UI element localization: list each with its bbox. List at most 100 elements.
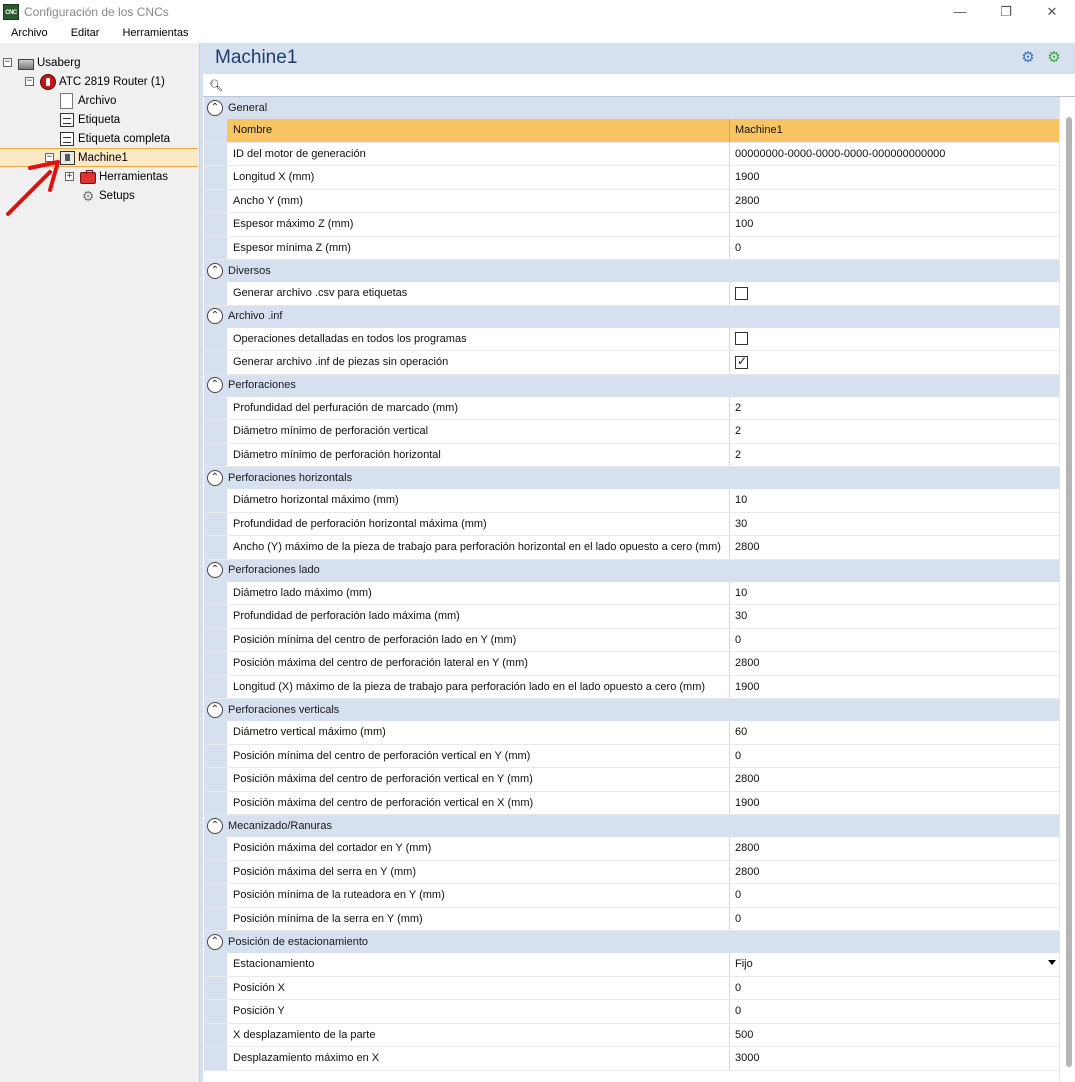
property-row[interactable]: Espesor mínima Z (mm) 0 xyxy=(204,236,1059,260)
settings-gear-blue-icon[interactable]: ⚙ xyxy=(1019,49,1037,67)
property-row[interactable]: Posición mínima del centro de perforació… xyxy=(204,744,1059,768)
category-header[interactable]: ⌃ Diversos xyxy=(204,260,1059,282)
property-dropdown[interactable]: Fijo xyxy=(730,953,1059,976)
property-value[interactable]: 10 xyxy=(730,582,1059,605)
category-header[interactable]: ⌃ Perforaciones lado xyxy=(204,559,1059,582)
property-value[interactable]: 2800 xyxy=(730,190,1059,213)
property-row[interactable]: Operaciones detalladas en todos los prog… xyxy=(204,327,1059,351)
property-value[interactable]: 30 xyxy=(730,605,1059,628)
property-value[interactable]: 10 xyxy=(730,489,1059,512)
settings-gear-green-icon[interactable]: ⚙ xyxy=(1045,49,1063,67)
minimize-button[interactable]: — xyxy=(937,0,983,23)
collapse-category-icon[interactable]: ⌃ xyxy=(207,308,223,324)
property-value[interactable]: 1900 xyxy=(730,792,1059,815)
category-header[interactable]: ⌃ Mecanizado/Ranuras xyxy=(204,815,1059,837)
property-row[interactable]: Profundidad de perforación lado máxima (… xyxy=(204,605,1059,629)
property-value[interactable]: 0 xyxy=(730,908,1059,931)
dropdown-arrow-icon[interactable] xyxy=(1048,960,1056,965)
category-header[interactable]: ⌃ General xyxy=(204,97,1059,119)
property-row[interactable]: Desplazamiento máximo en X 3000 xyxy=(204,1047,1059,1071)
tree-usaberg[interactable]: − Usaberg xyxy=(3,53,80,72)
category-header[interactable]: ⌃ Posición de estacionamiento xyxy=(204,931,1059,953)
property-value[interactable]: 2800 xyxy=(730,652,1059,675)
property-row[interactable]: Ancho (Y) máximo de la pieza de trabajo … xyxy=(204,536,1059,560)
property-row[interactable]: Estacionamiento Fijo xyxy=(204,953,1059,977)
close-button[interactable]: ✕ xyxy=(1029,0,1075,23)
collapse-category-icon[interactable]: ⌃ xyxy=(207,562,223,578)
menu-archivo[interactable]: Archivo xyxy=(0,27,60,39)
property-row[interactable]: Posición mínima de la serra en Y (mm) 0 xyxy=(204,907,1059,931)
property-value[interactable]: 100 xyxy=(730,213,1059,236)
property-row[interactable]: Longitud (X) máximo de la pieza de traba… xyxy=(204,675,1059,699)
property-value[interactable]: 2800 xyxy=(730,768,1059,791)
tree-machine1[interactable]: − Machine1 xyxy=(0,148,198,167)
property-value[interactable]: 2 xyxy=(730,444,1059,467)
property-value[interactable]: 2800 xyxy=(730,536,1059,559)
maximize-button[interactable]: ❐ xyxy=(983,0,1029,23)
property-value[interactable]: 3000 xyxy=(730,1047,1059,1070)
menu-editar[interactable]: Editar xyxy=(60,27,112,39)
property-value[interactable]: 30 xyxy=(730,513,1059,536)
collapse-category-icon[interactable]: ⌃ xyxy=(207,377,223,393)
property-checkbox[interactable] xyxy=(735,286,748,300)
property-value[interactable]: 2800 xyxy=(730,861,1059,884)
property-row[interactable]: Profundidad del perfuración de marcado (… xyxy=(204,396,1059,420)
property-value[interactable]: 0 xyxy=(730,884,1059,907)
collapse-icon[interactable]: − xyxy=(3,58,12,67)
tree-atc-router[interactable]: − ATC 2819 Router (1) xyxy=(25,72,165,91)
category-header[interactable]: ⌃ Archivo .inf xyxy=(204,305,1059,328)
property-row[interactable]: Diámetro horizontal máximo (mm) 10 xyxy=(204,489,1059,513)
vertical-scrollbar[interactable] xyxy=(1059,97,1075,1082)
property-row[interactable]: Posición mínima del centro de perforació… xyxy=(204,628,1059,652)
property-row[interactable]: Posición máxima del centro de perforació… xyxy=(204,652,1059,676)
search-bar[interactable]: 🔍︎ xyxy=(203,74,1075,97)
property-row[interactable]: Diámetro vertical máximo (mm) 60 xyxy=(204,721,1059,745)
property-row[interactable]: Diámetro mínimo de perforación horizonta… xyxy=(204,443,1059,467)
collapse-category-icon[interactable]: ⌃ xyxy=(207,99,223,116)
property-row[interactable]: Posición máxima del centro de perforació… xyxy=(204,768,1059,792)
collapse-category-icon[interactable]: ⌃ xyxy=(207,469,223,486)
property-value[interactable]: 0 xyxy=(730,745,1059,768)
category-header[interactable]: ⌃ Perforaciones horizontals xyxy=(204,467,1059,489)
property-row[interactable]: X desplazamiento de la parte 500 xyxy=(204,1023,1059,1047)
property-value[interactable]: 0 xyxy=(730,629,1059,652)
collapse-icon[interactable]: − xyxy=(45,153,54,162)
tree-etiqueta[interactable]: Etiqueta xyxy=(60,110,120,129)
property-value[interactable]: 60 xyxy=(730,721,1059,744)
property-row[interactable]: Posición máxima del centro de perforació… xyxy=(204,791,1059,815)
collapse-category-icon[interactable]: ⌃ xyxy=(207,262,223,279)
menu-herramientas[interactable]: Herramientas xyxy=(111,27,200,39)
property-row[interactable]: Profundidad de perforación horizontal má… xyxy=(204,512,1059,536)
property-row[interactable]: Ancho Y (mm) 2800 xyxy=(204,189,1059,213)
property-value[interactable]: 2 xyxy=(730,397,1059,420)
property-value[interactable]: 0 xyxy=(730,977,1059,1000)
property-value[interactable]: 2 xyxy=(730,420,1059,443)
property-value[interactable]: 2800 xyxy=(730,837,1059,860)
property-row[interactable]: Diámetro lado máximo (mm) 10 xyxy=(204,581,1059,605)
property-checkbox[interactable] xyxy=(735,354,748,369)
property-row[interactable]: Posición máxima del cortador en Y (mm) 28… xyxy=(204,837,1059,861)
property-value[interactable]: 00000000-0000-0000-0000-000000000000 xyxy=(730,143,1059,166)
category-header[interactable]: ⌃ Perforaciones xyxy=(204,374,1059,397)
scrollbar-thumb[interactable] xyxy=(1066,117,1072,1067)
property-row[interactable]: Generar archivo .csv para etiquetas xyxy=(204,282,1059,306)
property-row[interactable]: Posición Y 0 xyxy=(204,1000,1059,1024)
property-value[interactable]: 0 xyxy=(730,1000,1059,1023)
property-value[interactable]: 0 xyxy=(730,237,1059,260)
property-checkbox[interactable] xyxy=(735,332,748,346)
property-row[interactable]: Posición X 0 xyxy=(204,976,1059,1000)
property-row[interactable]: Nombre Machine1 xyxy=(204,119,1059,143)
tree-archivo[interactable]: Archivo xyxy=(60,91,116,110)
property-value[interactable]: 1900 xyxy=(730,676,1059,699)
tree-etiqueta-completa[interactable]: Etiqueta completa xyxy=(60,129,170,148)
tree-setups[interactable]: ⚙ Setups xyxy=(80,186,135,205)
category-header[interactable]: ⌃ Perforaciones verticals xyxy=(204,699,1059,721)
property-value[interactable]: 500 xyxy=(730,1024,1059,1047)
property-row[interactable]: Espesor máximo Z (mm) 100 xyxy=(204,213,1059,237)
property-row[interactable]: Diámetro mínimo de perforación vertical 2 xyxy=(204,420,1059,444)
property-row[interactable]: Longitud X (mm) 1900 xyxy=(204,166,1059,190)
property-value[interactable]: Machine1 xyxy=(730,119,1059,142)
property-row[interactable]: Posición máxima del serra en Y (mm) 2800 xyxy=(204,860,1059,884)
expand-icon[interactable]: + xyxy=(65,172,74,181)
collapse-category-icon[interactable]: ⌃ xyxy=(207,933,223,950)
